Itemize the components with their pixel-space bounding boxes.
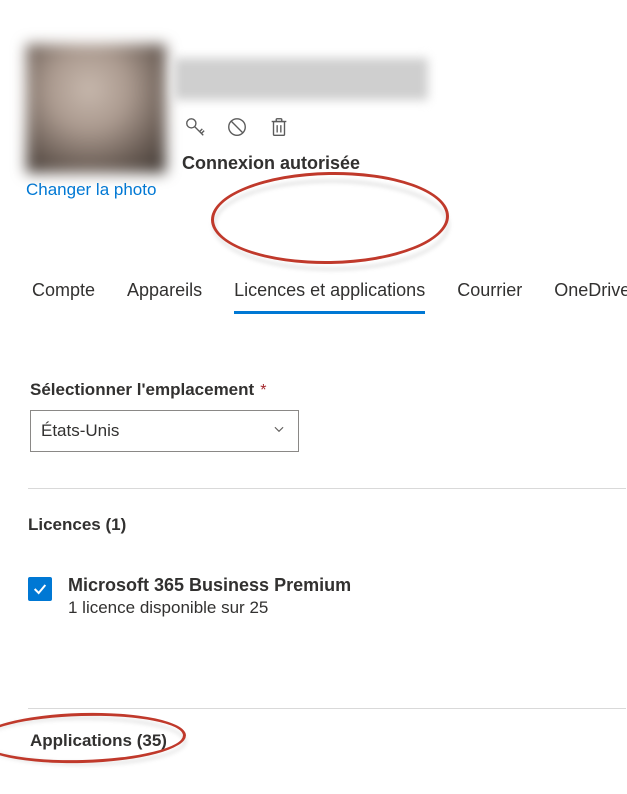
tab-onedrive[interactable]: OneDrive [554,280,627,314]
licenses-heading: Licences (1) [0,489,627,535]
license-row: Microsoft 365 Business Premium 1 licence… [0,535,627,618]
applications-section: Applications (35) [0,709,627,751]
avatar [26,44,166,173]
delete-icon[interactable] [268,116,290,143]
chevron-down-icon [272,421,286,441]
tab-bar: Compte Appareils Licences et application… [0,200,627,314]
license-text: Microsoft 365 Business Premium 1 licence… [68,575,351,618]
applications-heading[interactable]: Applications (35) [30,731,627,751]
required-asterisk: * [260,382,266,399]
license-name: Microsoft 365 Business Premium [68,575,351,596]
key-icon[interactable] [184,116,206,143]
license-availability: 1 licence disponible sur 25 [68,598,351,618]
user-detail-panel: Connexion autorisée Changer la photo Com… [0,0,627,751]
user-header: Connexion autorisée [0,0,627,174]
tab-account[interactable]: Compte [32,280,95,314]
action-icon-row [174,114,428,153]
block-icon[interactable] [226,116,248,143]
license-checkbox[interactable] [28,577,52,601]
location-label: Sélectionner l'emplacement [30,380,254,399]
tab-devices[interactable]: Appareils [127,280,202,314]
location-value: États-Unis [41,421,119,441]
annotation-highlight-tab [210,170,450,266]
change-photo-link[interactable]: Changer la photo [0,174,156,200]
tab-mail[interactable]: Courrier [457,280,522,314]
header-info: Connexion autorisée [166,44,428,174]
annotation-shadow [213,180,449,270]
location-section: Sélectionner l'emplacement * États-Unis [0,314,627,452]
user-name-redacted [174,58,428,100]
tab-licenses[interactable]: Licences et applications [234,280,425,314]
signin-status: Connexion autorisée [174,153,428,174]
location-select[interactable]: États-Unis [30,410,299,452]
